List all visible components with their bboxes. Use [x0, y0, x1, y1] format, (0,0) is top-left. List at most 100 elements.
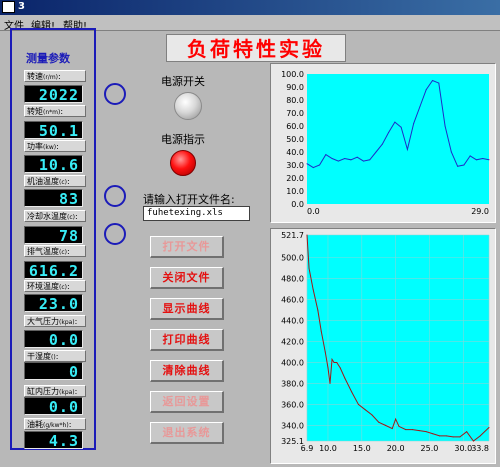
data-point [319, 164, 321, 166]
data-point [400, 126, 402, 128]
param-unit: (kpa) [59, 319, 75, 326]
params-title: 测量参数 [24, 50, 72, 66]
power-switch-button[interactable] [174, 92, 202, 120]
param-unit: (c) [59, 284, 67, 291]
param-label-2: 功率(kw): [24, 140, 86, 152]
app-icon [2, 1, 15, 13]
param-value-display: 0 [24, 362, 83, 381]
print-curve-button[interactable]: 打印曲线 [150, 329, 224, 351]
x-tick-label: 15.0 [353, 444, 371, 453]
param-value-display: 50.1 [24, 121, 83, 140]
data-point [398, 425, 400, 427]
param-unit: (g/kw*h) [43, 422, 69, 429]
param-label-text: 功率 [27, 142, 43, 151]
y-tick-label: 80.0 [286, 96, 304, 105]
data-point [488, 426, 490, 428]
data-point [306, 163, 308, 165]
bottom-chart-svg: 521.7 500.0 480.0 460.0 440.0 420.0 400.0 380.0… [281, 231, 490, 453]
y-tick-label: 40.0 [286, 148, 304, 157]
y-tick-label: 480.0 [281, 275, 304, 284]
param-label-0: 转速(r/m): [24, 70, 86, 82]
clear-curve-button[interactable]: 清除曲线 [150, 360, 224, 382]
data-point [384, 424, 386, 426]
data-point [450, 151, 452, 153]
data-point [362, 160, 364, 162]
x-tick-label: 6.9 [301, 444, 314, 453]
param-label-1: 转矩(n*m): [24, 105, 86, 117]
param-label-text: 转速 [27, 72, 43, 81]
data-point [371, 414, 373, 416]
y-tick-label: 50.0 [286, 135, 304, 144]
file-name-input[interactable]: fuhetexing.xls [143, 206, 250, 221]
y-tick-label: 420.0 [281, 338, 304, 347]
y-tick-label: 30.0 [286, 161, 304, 170]
close-file-button[interactable]: 关闭文件 [150, 267, 224, 289]
param-value-display: 0.0 [24, 397, 83, 416]
file-prompt-label: 请输入打开文件名: [143, 193, 235, 206]
data-point [356, 156, 358, 158]
status-led-1 [104, 83, 126, 105]
data-point [439, 435, 441, 437]
show-curve-button[interactable]: 显示曲线 [150, 298, 224, 320]
data-point [375, 151, 377, 153]
data-point [479, 435, 481, 437]
data-point [438, 82, 440, 84]
y-tick-label: 340.0 [281, 421, 304, 430]
param-label-4: 冷却水温度(c): [24, 210, 86, 222]
data-point [391, 428, 393, 430]
open-file-button[interactable]: 打开文件 [150, 236, 224, 258]
param-value-display: 0.0 [24, 330, 83, 349]
x-tick-label: 20.0 [387, 444, 405, 453]
data-point [475, 159, 477, 161]
data-point [432, 80, 434, 81]
data-point [350, 159, 352, 161]
param-label-8: 干湿度(): [24, 350, 86, 362]
data-point [444, 125, 446, 127]
data-point [320, 330, 322, 332]
y-tick-label: 20.0 [286, 174, 304, 183]
param-unit: (kpa) [59, 389, 75, 396]
data-point [472, 440, 474, 442]
param-label-7: 大气压力(kpa): [24, 315, 86, 327]
data-point [418, 430, 420, 432]
data-point [339, 367, 341, 369]
y-tick-label: 440.0 [281, 317, 304, 326]
data-point [488, 159, 490, 161]
data-point [406, 148, 408, 150]
back-settings-button[interactable]: 返回设置 [150, 391, 224, 413]
param-value-display: 10.6 [24, 155, 83, 174]
exit-system-button[interactable]: 退出系统 [150, 422, 224, 444]
param-label-text: 环境温度 [27, 282, 59, 291]
title-bar: 3 [0, 0, 500, 15]
status-led-2 [104, 185, 126, 207]
param-label-9: 缸内压力(kpa): [24, 385, 86, 397]
data-point [395, 418, 397, 420]
y-tick-label: 70.0 [286, 109, 304, 118]
y-tick-label: 400.0 [281, 359, 304, 368]
data-point [466, 431, 468, 433]
y-tick-label: 460.0 [281, 296, 304, 305]
top-chart: 100.0 90.0 80.0 70.0 60.0 50.0 40.0 30.0 20.0 10.… [270, 63, 496, 223]
param-unit: (c) [67, 214, 75, 221]
data-point [457, 165, 459, 167]
x-tick-label: 10.0 [319, 444, 337, 453]
y-tick-label: 100.0 [281, 70, 304, 79]
param-unit: (kw) [43, 144, 57, 151]
data-point [469, 155, 471, 157]
param-value-display: 2022 [24, 85, 83, 104]
x-tick-label: 33.8 [471, 444, 489, 453]
param-label-text: 冷却水温度 [27, 212, 67, 221]
bottom-chart: 521.7 500.0 480.0 460.0 440.0 420.0 400.0 380.0… [270, 228, 496, 464]
data-point [388, 132, 390, 133]
param-unit: (c) [59, 179, 67, 186]
data-point [331, 158, 333, 159]
data-point [452, 436, 454, 438]
data-point [308, 267, 310, 269]
data-point [412, 429, 414, 431]
y-tick-label: 521.7 [281, 231, 304, 240]
window-title: 3 [18, 1, 25, 12]
param-label-10: 油耗(g/kw*h): [24, 418, 86, 430]
param-value-display: 4.3 [24, 431, 83, 450]
data-point [337, 160, 339, 162]
param-label-3: 机油温度(c): [24, 175, 86, 187]
